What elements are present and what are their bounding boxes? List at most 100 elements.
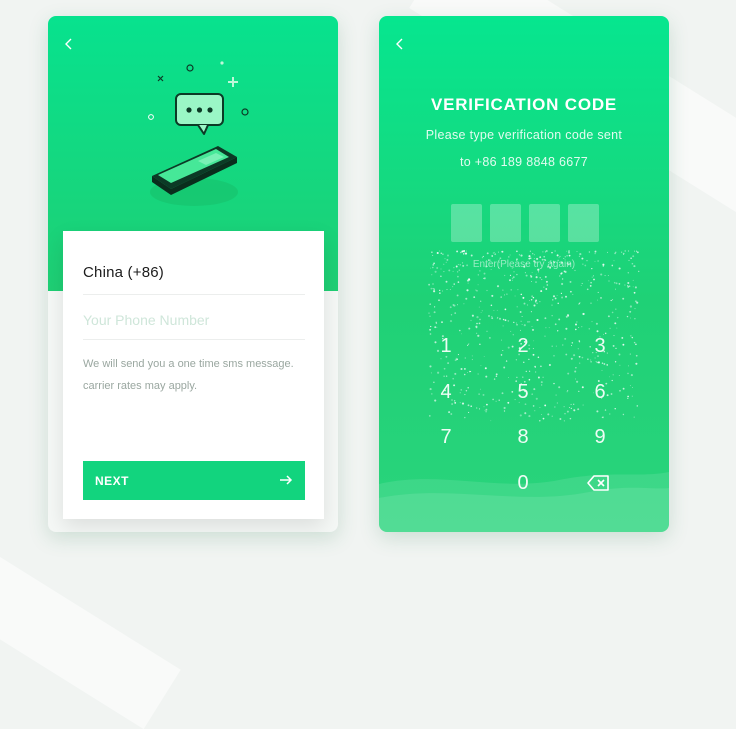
- particle: [440, 275, 442, 278]
- particle: [506, 293, 508, 295]
- keypad-key-7[interactable]: 7: [421, 422, 471, 452]
- country-code-selector[interactable]: China (+86): [83, 264, 164, 281]
- particle: [531, 326, 533, 328]
- particle: [428, 283, 430, 286]
- particle: [591, 321, 593, 323]
- particle: [560, 292, 563, 295]
- particle: [574, 370, 577, 373]
- chat-bubble-icon: [175, 93, 224, 135]
- particle: [483, 277, 485, 279]
- particle: [560, 272, 563, 275]
- sparkle-icon: [186, 64, 194, 72]
- particle: [500, 296, 502, 298]
- particle: [530, 299, 533, 301]
- particle: [502, 318, 505, 321]
- keypad-key-8[interactable]: 8: [498, 422, 548, 452]
- code-digit-box[interactable]: [490, 204, 521, 242]
- phone-login-screen: China (+86) We will send you a one time …: [48, 16, 338, 532]
- next-button[interactable]: NEXT: [83, 461, 305, 500]
- keypad-key-1[interactable]: 1: [421, 331, 471, 361]
- particle: [435, 321, 438, 324]
- particle: [565, 295, 567, 298]
- particle: [482, 393, 485, 396]
- particle: [432, 288, 434, 289]
- particle: [497, 316, 499, 318]
- particle: [486, 289, 488, 292]
- particle: [623, 254, 625, 255]
- particle: [509, 279, 511, 282]
- particle: [573, 409, 576, 412]
- particle: [570, 290, 572, 293]
- particle: [521, 316, 523, 318]
- particle: [622, 413, 625, 416]
- particle: [618, 283, 621, 285]
- particle: [565, 250, 567, 252]
- particle: [603, 363, 606, 365]
- particle: [557, 330, 559, 332]
- particle: [436, 251, 439, 255]
- back-button[interactable]: [391, 35, 409, 53]
- code-digit-box[interactable]: [451, 204, 482, 242]
- particle: [480, 365, 482, 367]
- keypad-key-0[interactable]: 0: [498, 468, 548, 498]
- particle: [532, 253, 534, 255]
- particle: [614, 288, 617, 290]
- particle: [543, 255, 546, 258]
- particle: [619, 364, 621, 366]
- particle: [534, 366, 536, 369]
- code-digit-box[interactable]: [568, 204, 599, 242]
- code-digit-box[interactable]: [529, 204, 560, 242]
- particle: [453, 304, 456, 307]
- particle: [430, 372, 432, 374]
- particle: [629, 305, 632, 308]
- particle: [552, 299, 554, 301]
- keypad-key-9[interactable]: 9: [575, 422, 625, 452]
- particle: [615, 251, 617, 253]
- particle: [566, 391, 568, 393]
- particle: [530, 311, 532, 313]
- particle: [630, 374, 633, 377]
- particle: [470, 370, 472, 373]
- particle: [457, 304, 458, 306]
- particle: [495, 400, 497, 402]
- particle: [636, 301, 639, 304]
- code-status-hint: Enter(Please try again): [472, 259, 576, 270]
- particle: [588, 328, 590, 330]
- particle: [524, 272, 526, 274]
- phone-number-input[interactable]: [83, 309, 305, 331]
- plus-sparkle-icon: [228, 77, 238, 87]
- particle: [563, 270, 566, 273]
- particle: [428, 312, 430, 314]
- particle: [535, 299, 538, 302]
- particle: [570, 357, 573, 360]
- particle: [438, 299, 440, 302]
- particle: [528, 300, 530, 302]
- sms-hint-text: We will send you a one time sms message.…: [83, 353, 308, 397]
- particle: [590, 360, 592, 363]
- particle: [528, 370, 531, 372]
- particle: [523, 361, 525, 363]
- particle: [567, 250, 570, 252]
- keypad-key-6[interactable]: 6: [575, 377, 625, 407]
- particle: [575, 367, 577, 369]
- particle: [495, 375, 498, 377]
- particle: [531, 272, 533, 274]
- particle: [516, 323, 518, 326]
- particle: [558, 275, 561, 277]
- particle: [478, 393, 480, 395]
- particle: [446, 288, 448, 291]
- keypad-key-4[interactable]: 4: [421, 377, 471, 407]
- particle: [561, 296, 564, 299]
- keypad-key-5[interactable]: 5: [498, 377, 548, 407]
- particle: [536, 302, 538, 305]
- particle: [596, 361, 598, 364]
- particle: [586, 288, 589, 291]
- particle: [629, 385, 631, 387]
- particle: [478, 322, 481, 325]
- keypad-key-3[interactable]: 3: [575, 331, 625, 361]
- keypad-key-2[interactable]: 2: [498, 331, 548, 361]
- particle: [441, 321, 443, 323]
- delete-key[interactable]: [586, 471, 612, 495]
- particle: [597, 291, 599, 293]
- particle: [460, 368, 463, 370]
